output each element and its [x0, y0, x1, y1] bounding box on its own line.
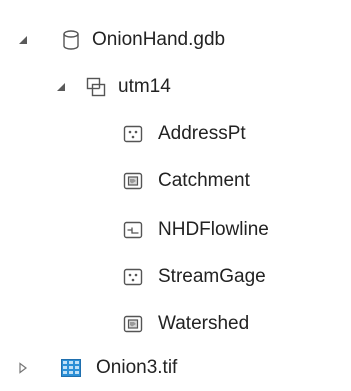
point-feature-class-icon	[121, 122, 145, 146]
feature-class-label: NHDFlowline	[158, 219, 269, 240]
feature-class-label: Watershed	[158, 313, 250, 334]
feature-class-label: AddressPt	[158, 123, 246, 144]
polygon-feature-class-icon	[121, 312, 145, 336]
raster-icon	[59, 356, 83, 380]
point-feature-class-icon	[121, 265, 145, 289]
expanded-arrow-icon[interactable]	[16, 33, 30, 47]
tree-node-nhdflowline[interactable]: NHDFlowline	[0, 206, 351, 254]
collapsed-arrow-icon[interactable]	[16, 361, 30, 375]
gdb-label: OnionHand.gdb	[92, 29, 226, 50]
tree-node-addresspt[interactable]: AddressPt	[0, 110, 351, 158]
tree-node-catchment[interactable]: Catchment	[0, 157, 351, 205]
raster-label: Onion3.tif	[96, 357, 178, 378]
feature-class-label: StreamGage	[158, 266, 266, 287]
tree-node-onion3-tif[interactable]: Onion3.tif	[0, 344, 351, 391]
feature-class-label: Catchment	[158, 170, 250, 191]
expanded-arrow-icon[interactable]	[54, 80, 68, 94]
tree-node-streamgage[interactable]: StreamGage	[0, 253, 351, 301]
polyline-feature-class-icon	[121, 218, 145, 242]
geodatabase-icon	[59, 28, 83, 52]
polygon-feature-class-icon	[121, 169, 145, 193]
tree-node-utm14[interactable]: utm14	[0, 63, 351, 111]
tree-node-onionhand-gdb[interactable]: OnionHand.gdb	[0, 16, 351, 64]
tree-node-watershed[interactable]: Watershed	[0, 300, 351, 348]
dataset-label: utm14	[118, 76, 171, 97]
feature-dataset-icon	[84, 75, 108, 99]
